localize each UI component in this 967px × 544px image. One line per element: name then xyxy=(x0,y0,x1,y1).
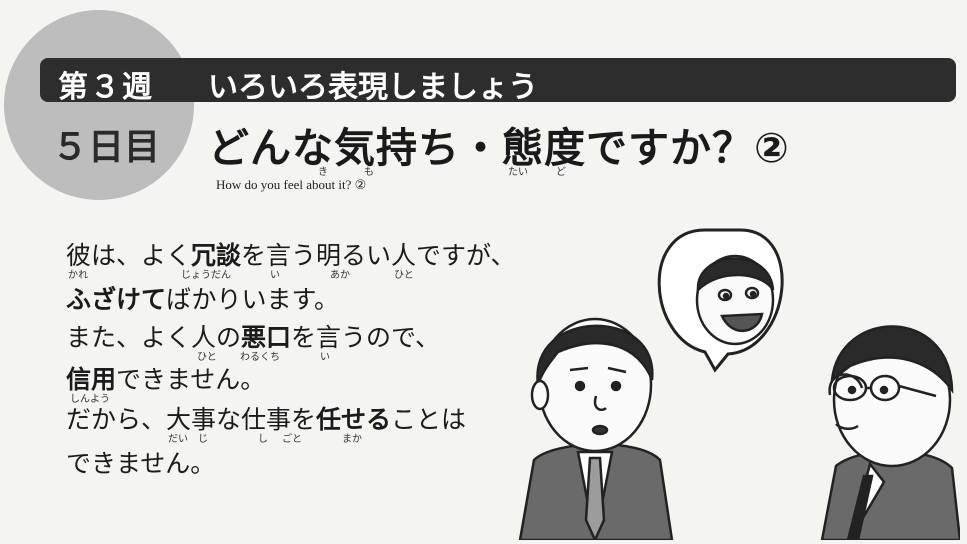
furigana-aka: あか xyxy=(330,270,350,281)
imagined-laughing-face xyxy=(695,254,775,346)
english-subtitle: How do you feel about it? ② xyxy=(216,177,367,192)
furigana-dai: だい xyxy=(168,434,188,445)
furigana-goto: ごと xyxy=(282,434,302,445)
line3-text-c: を言うので、 xyxy=(291,323,441,352)
two-men-illustration xyxy=(518,228,960,540)
line2-keyword: ふざけて xyxy=(66,285,167,314)
right-man-with-glasses xyxy=(820,325,960,540)
line4-text: できません。 xyxy=(116,365,266,394)
passage-line-2: ふざけてばかりいます。 xyxy=(66,280,339,316)
left-man xyxy=(518,317,674,540)
passage-line-6: できません。 xyxy=(66,449,216,478)
lesson-title: どんな気持ち・態度ですか？② xyxy=(208,124,790,172)
furigana-shi: し xyxy=(258,434,268,445)
furigana-joudan: じょうだん xyxy=(181,270,231,281)
week-title: いろいろ表現しましょう xyxy=(208,70,538,105)
line5-text-c: ことは xyxy=(391,405,467,434)
line5-text-a: だから、大事な仕事を xyxy=(66,405,317,434)
line1-text-c: を言う明るい人ですが、 xyxy=(241,241,516,270)
furigana-hito: ひと xyxy=(394,270,414,281)
furigana-tai: たい xyxy=(508,167,528,178)
furigana-mo: も xyxy=(364,167,374,178)
passage-line-1: 彼は、よく冗談を言う明るい人ですが、 xyxy=(66,236,516,272)
line2-text: ばかりいます。 xyxy=(166,285,340,314)
day-label: ５日目 xyxy=(52,127,161,168)
furigana-ki: き xyxy=(318,167,328,178)
furigana-ji: じ xyxy=(198,434,208,445)
furigana-do: ど xyxy=(556,167,566,178)
week-label: 第３週 xyxy=(58,70,154,105)
furigana-i: い xyxy=(270,270,280,281)
furigana-i-2: い xyxy=(320,352,330,363)
furigana-kare: かれ xyxy=(68,270,88,281)
furigana-maka: まか xyxy=(342,434,362,445)
